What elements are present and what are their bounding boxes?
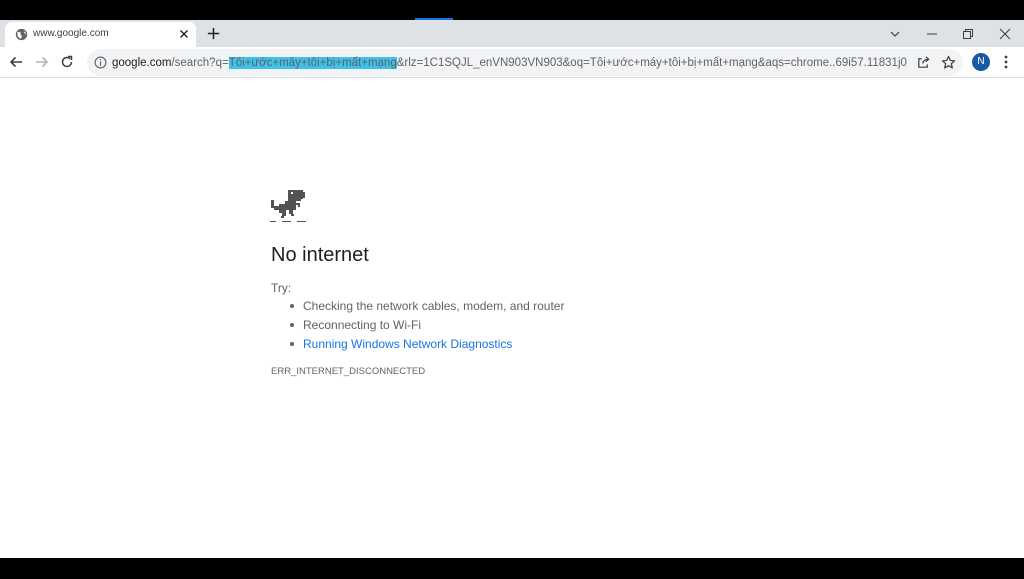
suggestion-item: Reconnecting to Wi-Fi	[271, 318, 564, 337]
url-rest: &rlz=1C1SQJL_enVN903VN903&oq=Tôi+ước+máy…	[396, 57, 907, 69]
tab-close-icon[interactable]	[178, 28, 190, 40]
forward-button[interactable]	[32, 52, 52, 72]
url-host: google.com	[112, 57, 172, 69]
reload-icon	[61, 55, 73, 68]
error-heading: No internet	[271, 244, 369, 266]
url-path-prefix: /search?q=	[171, 57, 229, 69]
suggestion-item: Checking the network cables, modem, and …	[271, 299, 564, 318]
close-icon	[999, 28, 1011, 40]
tab-title: www.google.com	[33, 28, 109, 39]
url-text[interactable]: google.com/search?q=Tôi+ước+máy+tôi+bị+m…	[112, 56, 907, 70]
bookmark-star-icon[interactable]	[941, 55, 956, 70]
try-label: Try:	[271, 281, 292, 295]
profile-avatar[interactable]: N	[972, 53, 990, 71]
tab-strip: www.google.com	[0, 20, 1024, 47]
minimize-button[interactable]	[922, 24, 942, 44]
tab-search-button[interactable]	[885, 24, 905, 44]
browser-window: www.google.com google.com/search?q=Tôi+ư…	[0, 20, 1024, 558]
globe-icon	[15, 28, 28, 41]
address-bar[interactable]: google.com/search?q=Tôi+ước+máy+tôi+bị+m…	[87, 49, 963, 76]
url-highlighted-query: Tôi+ước+máy+tôi+bị+mất+mạng	[228, 57, 397, 69]
minimize-icon	[927, 33, 937, 35]
new-tab-icon[interactable]	[206, 26, 221, 41]
info-icon[interactable]	[94, 56, 107, 69]
restore-button[interactable]	[958, 24, 978, 44]
more-menu-icon[interactable]	[999, 53, 1013, 71]
error-code: ERR_INTERNET_DISCONNECTED	[271, 366, 426, 377]
forward-arrow-icon	[36, 56, 49, 68]
reload-button[interactable]	[57, 52, 77, 72]
dinosaur-icon	[270, 190, 306, 222]
network-diagnostics-link[interactable]: Running Windows Network Diagnostics	[271, 337, 564, 356]
tab-search-icon	[890, 31, 900, 37]
tab-google[interactable]: www.google.com	[5, 22, 196, 47]
window-close-button[interactable]	[995, 24, 1015, 44]
back-arrow-icon	[9, 56, 22, 68]
restore-icon	[963, 29, 973, 39]
back-button[interactable]	[6, 52, 26, 72]
toolbar: google.com/search?q=Tôi+ước+máy+tôi+bị+m…	[0, 47, 1024, 78]
share-icon[interactable]	[916, 55, 931, 70]
suggestion-list: Checking the network cables, modem, and …	[271, 299, 564, 356]
